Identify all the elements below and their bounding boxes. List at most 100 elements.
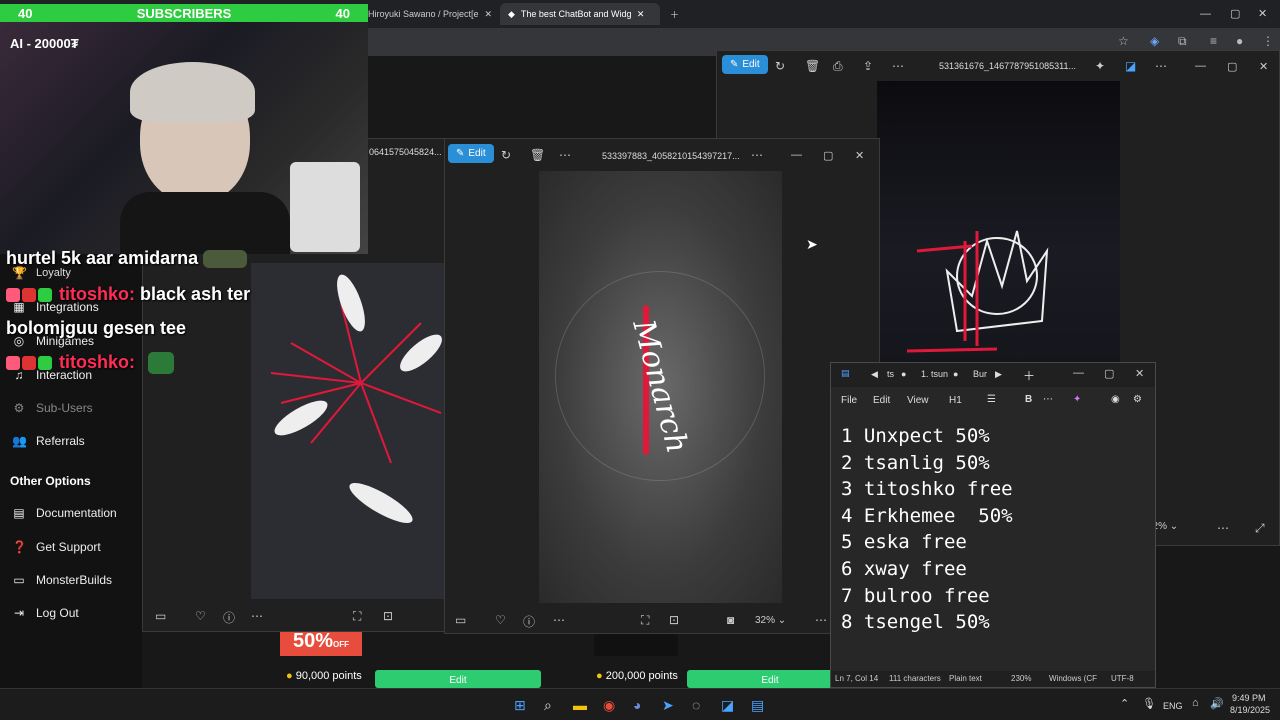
add-tab-button[interactable]: ＋: [1023, 367, 1035, 384]
puzzle-icon[interactable]: ⧉: [1178, 34, 1187, 49]
close-icon[interactable]: ✕: [637, 9, 645, 20]
close-icon[interactable]: ✕: [1135, 367, 1144, 380]
menu-icon[interactable]: ≡: [1210, 34, 1217, 48]
search-icon[interactable]: ⌕: [544, 697, 552, 714]
clock-time[interactable]: 9:49 PM: [1232, 693, 1266, 703]
notepad-tab[interactable]: 1. tsun: [921, 369, 948, 379]
notepad-line[interactable]: 8 tsengel 50%: [841, 609, 1013, 636]
camera-icon[interactable]: ◙: [727, 613, 734, 627]
chrome-icon[interactable]: ◉: [603, 697, 615, 714]
maximize-icon[interactable]: ▢: [823, 149, 833, 162]
close-icon[interactable]: ✕: [1258, 7, 1267, 20]
sidebar-item-documentation[interactable]: ▤ Documentation: [12, 506, 116, 520]
photos-icon[interactable]: ◪: [721, 697, 734, 714]
actual-size-icon[interactable]: ⊡: [669, 613, 679, 627]
notepad-tab[interactable]: Bur: [973, 369, 987, 379]
minimize-icon[interactable]: —: [1200, 8, 1211, 20]
zoom-level[interactable]: 32% ⌄: [755, 615, 786, 626]
rotate-icon[interactable]: ↻: [501, 148, 511, 162]
sidebar-item-get-support[interactable]: ❓ Get Support: [12, 540, 101, 554]
bold-icon[interactable]: B: [1025, 394, 1032, 405]
more-icon[interactable]: ⋯: [553, 613, 565, 627]
browser-tab-chatbot[interactable]: ◆ The best ChatBot and Widgets ✕: [500, 3, 660, 25]
notepad-line[interactable]: 3 titoshko free: [841, 476, 1013, 503]
filmstrip-icon[interactable]: ▭: [155, 609, 166, 623]
minimize-icon[interactable]: —: [1073, 367, 1084, 379]
notepad-line[interactable]: 2 tsanlig 50%: [841, 450, 1013, 477]
notepad-icon[interactable]: ▤: [751, 697, 764, 714]
notepad-text-area[interactable]: 1 Unxpect 50% 2 tsanlig 50% 3 titoshko fre…: [841, 423, 1013, 636]
notepad-line[interactable]: 1 Unxpect 50%: [841, 423, 1013, 450]
maximize-icon[interactable]: ▢: [1104, 367, 1114, 380]
menu-file[interactable]: File: [841, 395, 857, 406]
actual-size-icon[interactable]: ⊡: [383, 609, 393, 623]
network-icon[interactable]: ⌂: [1192, 697, 1199, 709]
copilot-icon[interactable]: ✦: [1073, 394, 1081, 405]
more-icon[interactable]: ⋯: [815, 613, 827, 627]
minimize-icon[interactable]: —: [1195, 60, 1206, 72]
delete-icon[interactable]: 🗑: [805, 59, 820, 73]
copilot-icon[interactable]: ✦: [1095, 59, 1105, 73]
share-icon[interactable]: ⇪: [863, 59, 873, 73]
sidebar-item-monsterbuilds[interactable]: ▭ MonsterBuilds: [12, 573, 112, 587]
tab-scroll-right[interactable]: ▶: [995, 369, 1002, 380]
fit-icon[interactable]: ⛶: [353, 609, 361, 624]
notepad-line[interactable]: 5 eska free: [841, 529, 1013, 556]
list-icon[interactable]: ☰: [987, 394, 996, 405]
info-icon[interactable]: ⓘ: [523, 613, 535, 630]
menu-edit[interactable]: Edit: [873, 395, 890, 406]
maximize-icon[interactable]: ▢: [1230, 7, 1240, 20]
sidebar-item-log-out[interactable]: ⇥ Log Out: [12, 606, 79, 620]
gear-icon[interactable]: ⚙: [1133, 394, 1142, 405]
maximize-icon[interactable]: ▢: [1227, 60, 1237, 73]
filmstrip-icon[interactable]: ▭: [455, 613, 466, 627]
star-icon[interactable]: ☆: [1118, 34, 1129, 48]
menu-view[interactable]: View: [907, 395, 929, 406]
obs-icon[interactable]: ◌: [692, 697, 700, 713]
info-icon[interactable]: ⓘ: [223, 609, 235, 626]
fit-icon[interactable]: ⛶: [641, 613, 649, 628]
more-icon[interactable]: ⋯: [251, 609, 263, 623]
clock-date[interactable]: 8/19/2025: [1230, 705, 1270, 715]
edit-button[interactable]: Edit: [687, 670, 853, 688]
tab-scroll-left[interactable]: ◀: [871, 369, 878, 380]
heart-icon[interactable]: ♡: [495, 613, 506, 627]
browser-tab-project[interactable]: Hiroyuki Sawano / Project[emU] ✕: [360, 3, 500, 25]
edit-button[interactable]: ✎ Edit: [448, 144, 494, 163]
discord-icon[interactable]: ◕: [633, 697, 641, 713]
chevron-up-icon[interactable]: ⌃: [1120, 697, 1129, 710]
heart-icon[interactable]: ♡: [195, 609, 206, 623]
sidebar-item-sub-users[interactable]: ⚙ Sub-Users: [12, 401, 93, 415]
more-icon[interactable]: ⋯: [559, 148, 571, 162]
print-icon[interactable]: ⎙: [833, 59, 843, 74]
more-icon[interactable]: ⋯: [751, 148, 763, 162]
design-icon[interactable]: ◪: [1125, 59, 1136, 73]
sidebar-item-referrals[interactable]: 👥 Referrals: [12, 434, 85, 448]
new-tab-button[interactable]: ＋: [662, 3, 687, 25]
language-indicator[interactable]: ENG: [1163, 701, 1183, 711]
close-icon[interactable]: ✕: [1259, 60, 1268, 73]
edit-button[interactable]: Edit: [375, 670, 541, 688]
volume-icon[interactable]: 🔊: [1210, 697, 1224, 710]
more-icon[interactable]: ⋯: [1217, 521, 1229, 535]
notepad-line[interactable]: 7 bulroo free: [841, 583, 1013, 610]
notepad-line[interactable]: 6 xway free: [841, 556, 1013, 583]
more-icon[interactable]: ⋯: [1155, 59, 1167, 73]
more-icon[interactable]: ⋯: [1043, 394, 1053, 405]
notepad-line[interactable]: 4 Erkhemee 50%: [841, 503, 1013, 530]
delete-icon[interactable]: 🗑: [530, 148, 545, 162]
close-icon[interactable]: ✕: [855, 149, 864, 162]
heading-dropdown[interactable]: H1: [949, 395, 962, 406]
app-icon[interactable]: ➤: [662, 697, 674, 714]
more-icon[interactable]: ⋯: [892, 59, 904, 73]
mic-icon[interactable]: 🎙: [1142, 697, 1156, 710]
more-icon[interactable]: ⋮: [1262, 34, 1274, 48]
folder-icon[interactable]: ▬: [573, 697, 587, 713]
fullscreen-icon[interactable]: ⤢: [1255, 521, 1265, 536]
minimize-icon[interactable]: —: [791, 149, 802, 161]
avatar[interactable]: ●: [1236, 34, 1243, 48]
account-icon[interactable]: ◉: [1111, 394, 1120, 405]
notepad-tab[interactable]: ts: [887, 369, 894, 379]
windows-start-icon[interactable]: ⊞: [514, 697, 526, 714]
extension-icon[interactable]: ◈: [1150, 34, 1159, 48]
